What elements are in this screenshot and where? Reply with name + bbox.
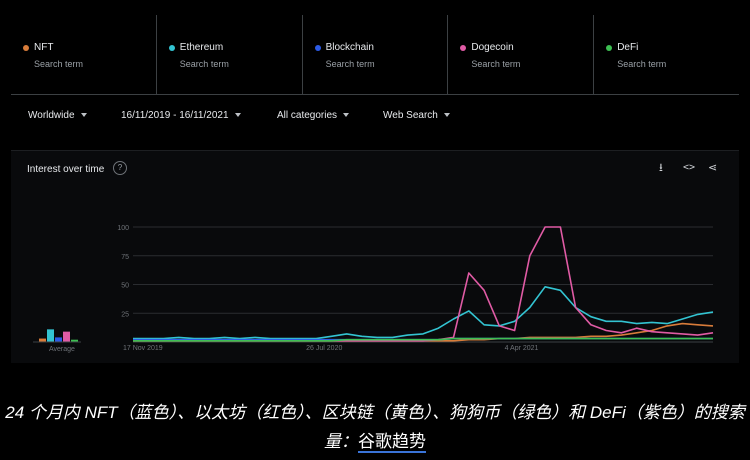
- filter-bar: Worldwide 16/11/2019 - 16/11/2021 All ca…: [11, 102, 739, 132]
- average-bar-blockchain: [55, 337, 62, 342]
- date-range-filter[interactable]: 16/11/2019 - 16/11/2021: [121, 110, 241, 121]
- y-tick-label: 75: [121, 254, 129, 261]
- search-term-label: DeFi: [617, 42, 639, 53]
- chevron-down-icon: [343, 113, 350, 118]
- search-term-nft[interactable]: NFT Search term: [11, 15, 156, 95]
- search-term-sublabel: Search term: [617, 59, 667, 69]
- question-icon[interactable]: ?: [113, 161, 127, 175]
- region-filter[interactable]: Worldwide: [28, 110, 87, 121]
- search-term-defi[interactable]: DeFi Search term: [593, 15, 739, 95]
- series-line-dogecoin: [133, 226, 714, 342]
- figure-caption: 24 个月内 NFT（蓝色）、以太坊（红色）、区块链（黄色）、狗狗币（绿色）和 …: [0, 398, 750, 456]
- series-color-dot: [606, 45, 613, 51]
- search-type-label: Web Search: [383, 110, 438, 121]
- card-title: Interest over time: [27, 164, 105, 175]
- search-term-label: Blockchain: [325, 42, 374, 53]
- average-bar-dogecoin: [63, 331, 70, 342]
- category-filter[interactable]: All categories: [277, 110, 350, 121]
- average-label: Average: [49, 346, 75, 353]
- search-term-blockchain[interactable]: Blockchain Search term: [301, 15, 448, 95]
- series-color-dot: [168, 45, 175, 51]
- share-icon[interactable]: ⋖: [708, 162, 717, 174]
- search-term-ethereum[interactable]: Ethereum Search term: [155, 15, 302, 95]
- category-label: All categories: [277, 110, 338, 121]
- x-tick-label: 17 Nov 2019: [123, 345, 163, 352]
- average-bar-nft: [39, 338, 46, 342]
- search-term-label: Dogecoin: [471, 42, 514, 53]
- interest-over-time-card: 25 50 75 100 17 Nov 2019 26 Jul 2020 4 Apr 202…: [11, 150, 739, 363]
- chevron-down-icon: [80, 113, 87, 118]
- search-term-label: NFT: [34, 42, 54, 53]
- date-range-label: 16/11/2019 - 16/11/2021: [121, 110, 229, 121]
- series-color-dot: [460, 45, 467, 51]
- average-bar-ethereum: [47, 329, 54, 342]
- y-tick-label: 25: [121, 311, 129, 318]
- search-term-label: Ethereum: [179, 42, 224, 53]
- y-tick-label: 100: [117, 225, 129, 232]
- x-tick-label: 4 Apr 2021: [505, 345, 539, 352]
- series-color-dot: [314, 45, 321, 51]
- chevron-down-icon: [234, 113, 241, 118]
- search-term-sublabel: Search term: [471, 59, 521, 69]
- search-term-sublabel: Search term: [34, 59, 84, 69]
- x-tick-label: 26 Jul 2020: [306, 345, 342, 352]
- google-trends-link[interactable]: 谷歌趋势: [358, 432, 426, 451]
- series-color-dot: [23, 45, 29, 51]
- region-filter-label: Worldwide: [28, 110, 75, 121]
- y-tick-label: 50: [121, 283, 129, 290]
- chevron-down-icon: [443, 113, 450, 118]
- search-term-bar: NFT Search term Ethereum Search term Blockch…: [11, 15, 739, 95]
- download-icon[interactable]: ⭳: [659, 162, 663, 174]
- search-term-sublabel: Search term: [325, 59, 375, 69]
- embed-code-icon[interactable]: <>: [683, 162, 695, 174]
- search-term-sublabel: Search term: [179, 59, 229, 69]
- interest-over-time-chart: 25 50 75 100 17 Nov 2019 26 Jul 2020 4 Apr 202…: [33, 225, 714, 353]
- search-type-filter[interactable]: Web Search: [383, 110, 450, 121]
- search-term-dogecoin[interactable]: Dogecoin Search term: [447, 15, 594, 95]
